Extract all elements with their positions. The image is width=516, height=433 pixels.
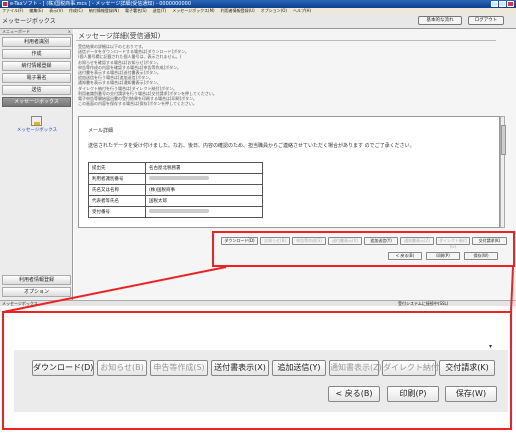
direct-payment-button[interactable]: ダイレクト納付(G) bbox=[382, 360, 451, 376]
filing-button[interactable]: 申告等作成(S) bbox=[150, 360, 208, 376]
print-button[interactable]: 印刷(P) bbox=[387, 386, 439, 402]
chevron-down-icon: ▾ bbox=[489, 343, 493, 350]
connector-line-right bbox=[510, 266, 514, 313]
download-button[interactable]: ダウンロード(D) bbox=[32, 360, 94, 376]
additional-send-button[interactable]: 追加送信(Y) bbox=[272, 360, 326, 376]
connector-line-left bbox=[2, 266, 227, 313]
notice-button[interactable]: お知らせ(B) bbox=[97, 360, 147, 376]
save-button[interactable]: 保存(W) bbox=[445, 386, 497, 402]
cover-letter-button[interactable]: 送付書表示(X) bbox=[211, 360, 269, 376]
back-button[interactable]: < 戻る(B) bbox=[328, 386, 380, 402]
issue-request-button[interactable]: 交付請求(K) bbox=[439, 360, 495, 376]
notice-display-button[interactable]: 通知書表示(Z) bbox=[329, 360, 382, 376]
